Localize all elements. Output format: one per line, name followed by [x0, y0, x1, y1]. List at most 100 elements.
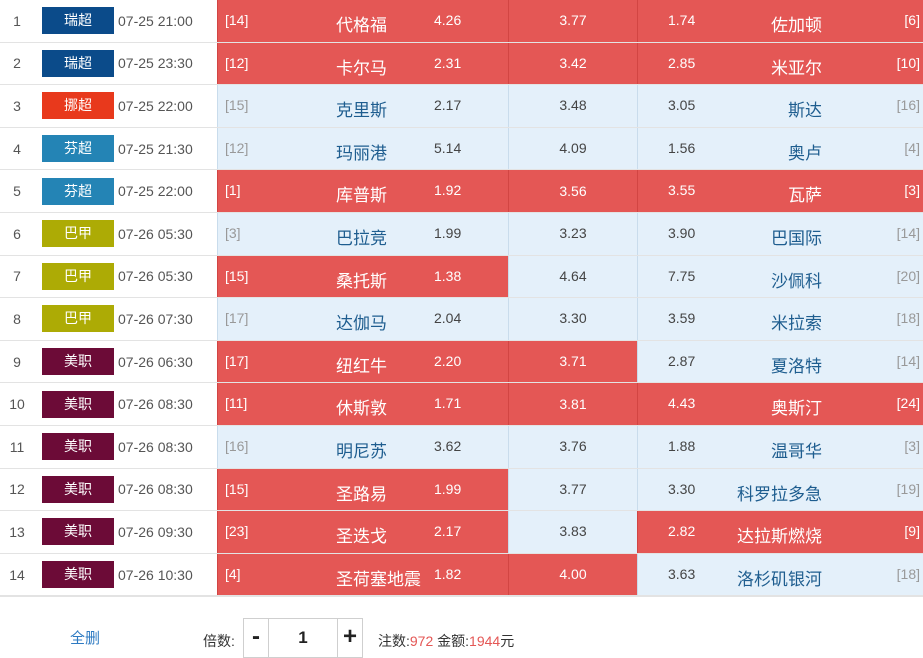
away-win-option[interactable]: 7.75沙佩科[20]	[638, 255, 923, 298]
away-rank: [4]	[904, 140, 920, 156]
draw-odds: 3.81	[559, 396, 586, 412]
away-win-option[interactable]: 3.55瓦萨[3]	[638, 170, 923, 213]
match-row: 9美职07-26 06:30[17]纽红牛2.203.712.87夏洛特[14]	[0, 340, 923, 383]
draw-odds: 3.23	[559, 225, 586, 241]
home-win-option[interactable]: [23]圣迭戈2.17	[218, 511, 509, 554]
home-win-option[interactable]: [3]巴拉竞1.99	[218, 212, 509, 255]
away-team: 奥斯汀	[771, 394, 822, 419]
draw-odds: 3.48	[559, 97, 586, 113]
league-cell: 瑞超	[34, 42, 116, 85]
home-win-option[interactable]: [12]玛丽港5.14	[218, 127, 509, 170]
match-row: 11美职07-26 08:30[16]明尼苏3.623.761.88温哥华[3]	[0, 425, 923, 468]
away-win-option[interactable]: 1.56奥卢[4]	[638, 127, 923, 170]
home-win-option[interactable]: [15]桑托斯1.38	[218, 255, 509, 298]
multiplier-input[interactable]	[269, 619, 337, 657]
home-odds: 2.31	[434, 55, 461, 71]
away-win-option[interactable]: 3.05斯达[16]	[638, 85, 923, 128]
match-number: 5	[0, 170, 34, 213]
decrease-button[interactable]: -	[244, 619, 269, 657]
draw-option[interactable]: 4.09	[509, 127, 638, 170]
match-time: 07-25 21:30	[116, 127, 218, 170]
match-time: 07-25 22:00	[116, 85, 218, 128]
draw-option[interactable]: 3.83	[509, 511, 638, 554]
draw-option[interactable]: 3.48	[509, 85, 638, 128]
home-team: 克里斯	[336, 96, 387, 121]
home-win-option[interactable]: [16]明尼苏3.62	[218, 425, 509, 468]
home-win-option[interactable]: [15]克里斯2.17	[218, 85, 509, 128]
increase-button[interactable]: +	[337, 619, 362, 657]
away-win-option[interactable]: 4.43奥斯汀[24]	[638, 383, 923, 426]
away-win-option[interactable]: 3.59米拉索[18]	[638, 298, 923, 341]
away-odds: 3.05	[668, 97, 695, 113]
match-list: 1瑞超07-25 21:00[14]代格福4.263.771.74佐加顿[6]2…	[0, 0, 923, 596]
draw-option[interactable]: 3.42	[509, 42, 638, 85]
home-team: 代格福	[336, 11, 387, 36]
away-win-option[interactable]: 2.82达拉斯燃烧[9]	[638, 511, 923, 554]
league-cell: 巴甲	[34, 298, 116, 341]
bet-summary: 注数:972 金额:1944元	[378, 631, 514, 651]
home-rank: [16]	[225, 438, 248, 454]
match-row: 12美职07-26 08:30[15]圣路易1.993.773.30科罗拉多急[…	[0, 468, 923, 511]
home-odds: 5.14	[434, 140, 461, 156]
away-win-option[interactable]: 3.63洛杉矶银河[18]	[638, 553, 923, 596]
away-odds: 1.56	[668, 140, 695, 156]
match-number: 8	[0, 298, 34, 341]
home-team: 纽红牛	[336, 352, 387, 377]
home-win-option[interactable]: [12]卡尔马2.31	[218, 42, 509, 85]
draw-option[interactable]: 3.81	[509, 383, 638, 426]
draw-option[interactable]: 3.30	[509, 298, 638, 341]
league-cell: 美职	[34, 340, 116, 383]
home-win-option[interactable]: [14]代格福4.26	[218, 0, 509, 42]
home-rank: [17]	[225, 310, 248, 326]
away-win-option[interactable]: 1.74佐加顿[6]	[638, 0, 923, 42]
away-win-option[interactable]: 3.90巴国际[14]	[638, 212, 923, 255]
draw-option[interactable]: 4.00	[509, 553, 638, 596]
away-win-option[interactable]: 3.30科罗拉多急[19]	[638, 468, 923, 511]
away-rank: [19]	[897, 481, 920, 497]
home-team: 圣迭戈	[336, 522, 387, 547]
away-win-option[interactable]: 2.85米亚尔[10]	[638, 42, 923, 85]
away-odds: 2.82	[668, 523, 695, 539]
draw-odds: 4.09	[559, 140, 586, 156]
match-number: 11	[0, 425, 34, 468]
draw-option[interactable]: 3.23	[509, 212, 638, 255]
match-number: 12	[0, 468, 34, 511]
home-win-option[interactable]: [1]库普斯1.92	[218, 170, 509, 213]
away-odds: 2.85	[668, 55, 695, 71]
match-row: 3挪超07-25 22:00[15]克里斯2.173.483.05斯达[16]	[0, 85, 923, 128]
league-cell: 美职	[34, 553, 116, 596]
home-rank: [14]	[225, 12, 248, 28]
away-rank: [18]	[897, 310, 920, 326]
match-row: 14美职07-26 10:30[4]圣荷塞地震1.824.003.63洛杉矶银河…	[0, 553, 923, 596]
home-win-option[interactable]: [17]纽红牛2.20	[218, 340, 509, 383]
match-number: 14	[0, 553, 34, 596]
home-win-option[interactable]: [15]圣路易1.99	[218, 468, 509, 511]
draw-option[interactable]: 3.56	[509, 170, 638, 213]
clear-all-link[interactable]: 全删	[70, 627, 100, 648]
league-badge: 美职	[42, 391, 114, 418]
home-win-option[interactable]: [17]达伽马2.04	[218, 298, 509, 341]
match-number: 1	[0, 0, 34, 42]
home-odds: 2.17	[434, 523, 461, 539]
away-team: 沙佩科	[771, 267, 822, 292]
away-rank: [10]	[897, 55, 920, 71]
home-rank: [12]	[225, 55, 248, 71]
league-cell: 美职	[34, 468, 116, 511]
home-rank: [15]	[225, 481, 248, 497]
away-rank: [6]	[904, 12, 920, 28]
draw-option[interactable]: 3.71	[509, 340, 638, 383]
home-win-option[interactable]: [4]圣荷塞地震1.82	[218, 553, 509, 596]
match-time: 07-25 23:30	[116, 42, 218, 85]
home-win-option[interactable]: [11]休斯敦1.71	[218, 383, 509, 426]
match-row: 10美职07-26 08:30[11]休斯敦1.713.814.43奥斯汀[24…	[0, 383, 923, 426]
home-odds: 1.92	[434, 182, 461, 198]
draw-option[interactable]: 3.77	[509, 0, 638, 42]
away-win-option[interactable]: 2.87夏洛特[14]	[638, 340, 923, 383]
draw-option[interactable]: 3.77	[509, 468, 638, 511]
draw-option[interactable]: 3.76	[509, 425, 638, 468]
away-win-option[interactable]: 1.88温哥华[3]	[638, 425, 923, 468]
draw-odds: 3.42	[559, 55, 586, 71]
away-team: 达拉斯燃烧	[737, 522, 822, 547]
draw-option[interactable]: 4.64	[509, 255, 638, 298]
home-odds: 1.71	[434, 395, 461, 411]
